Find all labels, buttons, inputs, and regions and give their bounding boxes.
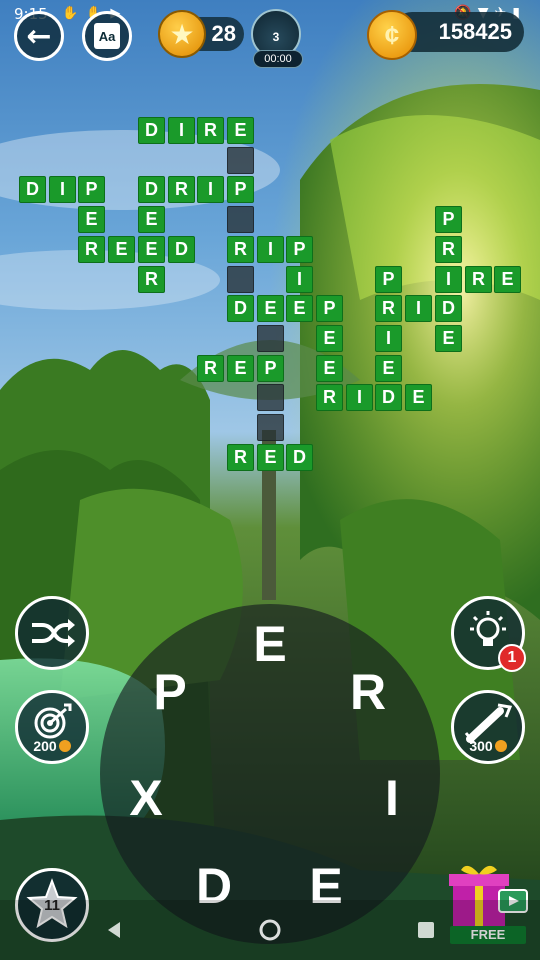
level-number: 3: [272, 30, 280, 44]
grid-letter-tile: E: [78, 206, 105, 233]
grid-empty-tile: [257, 384, 284, 411]
grid-letter-tile: R: [465, 266, 492, 293]
grid-letter-tile: I: [49, 176, 76, 203]
grid-letter-tile: P: [78, 176, 105, 203]
grid-letter-tile: I: [257, 236, 284, 263]
shuffle-icon: [32, 619, 75, 647]
grid-letter-tile: P: [257, 355, 284, 382]
nav-back-icon[interactable]: [104, 920, 124, 940]
grid-letter-tile: D: [435, 295, 462, 322]
grid-letter-tile: R: [78, 236, 105, 263]
grid-letter-tile: R: [197, 355, 224, 382]
grid-empty-tile: [257, 325, 284, 352]
grid-letter-tile: R: [197, 117, 224, 144]
grid-letter-tile: D: [138, 176, 165, 203]
grid-letter-tile: I: [197, 176, 224, 203]
shuffle-button[interactable]: [15, 596, 89, 670]
wheel-letter[interactable]: P: [140, 662, 200, 722]
grid-letter-tile: E: [405, 384, 432, 411]
grid-letter-tile: E: [138, 236, 165, 263]
grid-letter-tile: E: [316, 325, 343, 352]
grid-letter-tile: R: [227, 236, 254, 263]
coin-count: 158425: [438, 19, 512, 44]
target-cost: 200: [18, 738, 86, 754]
coin-icon: [494, 740, 507, 752]
grid-letter-tile: I: [286, 266, 313, 293]
grid-letter-tile: I: [346, 384, 373, 411]
target-hint-button[interactable]: 200: [15, 690, 89, 764]
grid-letter-tile: R: [316, 384, 343, 411]
wheel-letter[interactable]: X: [116, 768, 176, 828]
dictionary-icon: Aa: [94, 23, 120, 49]
grid-letter-tile: R: [168, 176, 195, 203]
grid-letter-tile: R: [375, 295, 402, 322]
back-arrow-icon: ←: [26, 18, 52, 54]
star-count: 28: [211, 21, 236, 46]
grid-letter-tile: E: [257, 295, 284, 322]
grid-letter-tile: E: [138, 206, 165, 233]
grid-empty-tile: [227, 206, 254, 233]
coin-icon: [58, 740, 71, 752]
grid-letter-tile: P: [316, 295, 343, 322]
back-button[interactable]: ←: [14, 11, 64, 61]
level-timer-badge[interactable]: 3 00:00: [251, 9, 303, 68]
grid-letter-tile: E: [257, 444, 284, 471]
grid-letter-tile: D: [227, 295, 254, 322]
grid-letter-tile: P: [435, 206, 462, 233]
star-icon: ★: [158, 10, 206, 58]
grid-letter-tile: D: [375, 384, 402, 411]
grid-letter-tile: E: [435, 325, 462, 352]
rocket-hint-button[interactable]: 300: [451, 690, 525, 764]
grid-letter-tile: E: [375, 355, 402, 382]
wheel-letter[interactable]: R: [338, 662, 398, 722]
rocket-cost: 300: [454, 738, 522, 754]
grid-letter-tile: I: [405, 295, 432, 322]
grid-empty-tile: [257, 414, 284, 441]
grid-letter-tile: R: [435, 236, 462, 263]
letter-wheel[interactable]: E R I E D X P: [100, 604, 440, 944]
dictionary-button[interactable]: Aa: [82, 11, 132, 61]
hint-badge: 1: [498, 644, 526, 672]
grid-empty-tile: [227, 266, 254, 293]
grid-letter-tile: D: [19, 176, 46, 203]
grid-letter-tile: D: [168, 236, 195, 263]
nav-home-icon[interactable]: [259, 919, 281, 941]
navigation-bar: [0, 900, 540, 960]
grid-letter-tile: E: [227, 355, 254, 382]
grid-letter-tile: E: [108, 236, 135, 263]
grid-letter-tile: P: [375, 266, 402, 293]
grid-letter-tile: P: [286, 236, 313, 263]
nav-recents-icon[interactable]: [417, 921, 435, 939]
grid-letter-tile: R: [138, 266, 165, 293]
grid-letter-tile: E: [316, 355, 343, 382]
grid-letter-tile: D: [286, 444, 313, 471]
wheel-letter[interactable]: E: [240, 614, 300, 674]
timer-display: 00:00: [253, 50, 303, 68]
grid-letter-tile: E: [286, 295, 313, 322]
grid-letter-tile: P: [227, 176, 254, 203]
coin-icon: ¢: [367, 10, 417, 60]
grid-letter-tile: R: [227, 444, 254, 471]
grid-letter-tile: D: [138, 117, 165, 144]
grid-empty-tile: [227, 147, 254, 174]
grid-letter-tile: I: [168, 117, 195, 144]
grid-letter-tile: E: [227, 117, 254, 144]
wheel-letter[interactable]: I: [362, 768, 422, 828]
grid-letter-tile: I: [435, 266, 462, 293]
grid-letter-tile: I: [375, 325, 402, 352]
grid-letter-tile: E: [494, 266, 521, 293]
